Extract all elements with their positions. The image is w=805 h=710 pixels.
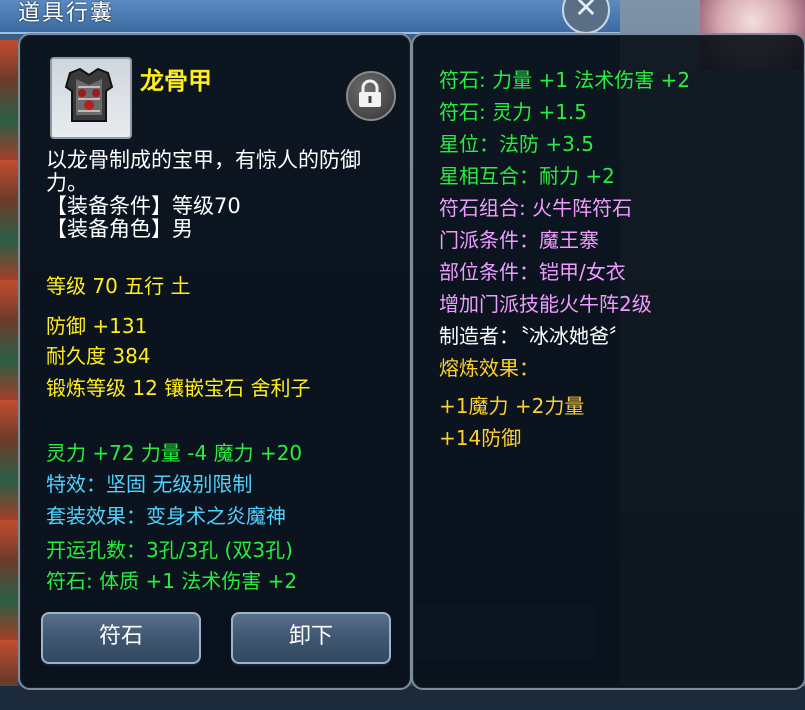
description-text: 以龙骨制成的宝甲，有惊人的防御力。 (46, 148, 361, 195)
level-element-line: 等级 70 五行 土 (46, 274, 191, 298)
defense-line: 防御 +131 (46, 314, 148, 338)
rune-button[interactable]: 符石 (41, 612, 201, 664)
forge-gem-line: 锻炼等级 12 镶嵌宝石 舍利子 (46, 376, 311, 400)
slots-line: 开运孔数：3孔/3孔 (双3孔) (46, 538, 293, 562)
star-match-line: 星相互合：耐力 +2 (439, 164, 615, 188)
item-tooltip-left: 龙骨甲 以龙骨制成的宝甲，有惊人的防御力。 【装备条件】等级70 【装备角色】男… (18, 33, 412, 690)
rune-line-1: 符石: 体质 +1 法术伤害 +2 (46, 569, 298, 593)
inventory-title: 道具行囊 (18, 1, 115, 26)
part-requirement-line: 部位条件：铠甲/女衣 (439, 260, 626, 284)
lock-button[interactable] (346, 71, 396, 121)
close-icon: ✕ (574, 0, 598, 24)
inventory-title-bar: 道具行囊 (0, 0, 620, 34)
lock-icon (359, 79, 381, 107)
item-description: 以龙骨制成的宝甲，有惊人的防御力。 【装备条件】等级70 【装备角色】男 (46, 149, 391, 241)
requirement-role: 【装备角色】男 (46, 217, 193, 241)
school-requirement-line: 门派条件：魔王寨 (439, 228, 599, 252)
durability-line: 耐久度 384 (46, 344, 151, 368)
smelt-title: 熔炼效果： (439, 356, 539, 380)
requirement-level: 【装备条件】等级70 (46, 194, 241, 218)
smelt-line-2: +14防御 (439, 426, 522, 450)
rune-line-3: 符石: 灵力 +1.5 (439, 100, 588, 124)
rune-combo-line: 符石组合: 火牛阵符石 (439, 196, 633, 220)
item-icon-frame (50, 57, 132, 139)
maker-line: 制造者：〝冰冰她爸〞 (439, 324, 629, 348)
set-effect-line: 套装效果：变身术之炎魔神 (46, 504, 286, 528)
unequip-button[interactable]: 卸下 (231, 612, 391, 664)
bonus-stats-line: 灵力 +72 力量 -4 魔力 +20 (46, 441, 303, 465)
item-name: 龙骨甲 (140, 67, 212, 95)
smelt-line-1: +1魔力 +2力量 (439, 394, 585, 418)
inventory-slot-strip (0, 40, 18, 690)
special-effect-line: 特效：坚固 无级别限制 (46, 472, 253, 496)
skill-bonus-line: 增加门派技能火牛阵2级 (439, 292, 652, 316)
star-position-line: 星位：法防 +3.5 (439, 132, 594, 156)
armor-icon (64, 67, 114, 122)
rune-line-2: 符石: 力量 +1 法术伤害 +2 (439, 68, 691, 92)
item-tooltip-right: 符石: 力量 +1 法术伤害 +2 符石: 灵力 +1.5 星位：法防 +3.5… (411, 33, 805, 690)
